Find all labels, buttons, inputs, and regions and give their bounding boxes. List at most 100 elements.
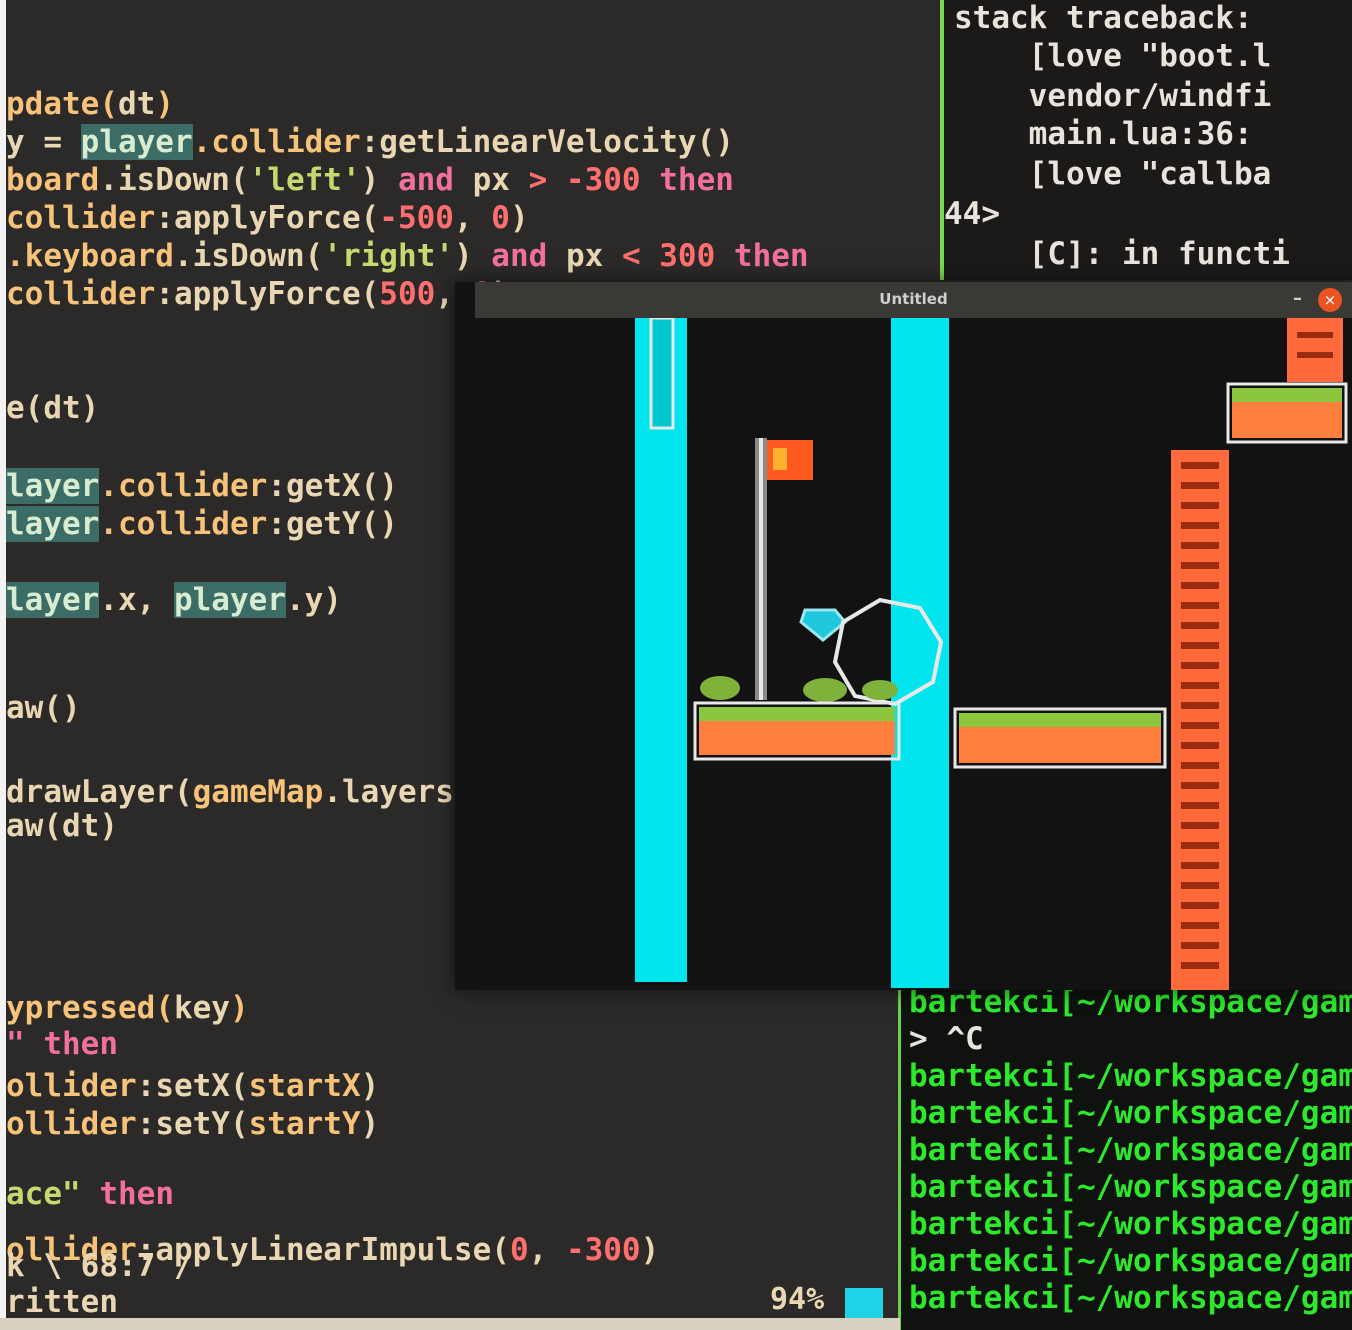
traceback-line: [C]: in functi bbox=[954, 236, 1290, 272]
code-line: drawLayer(gameMap.layers[" bbox=[6, 774, 491, 810]
code-token: < 300 bbox=[621, 238, 734, 274]
code-token: player bbox=[80, 124, 193, 160]
screen-edge bbox=[0, 0, 6, 1330]
code-line: aw(dt) bbox=[6, 808, 118, 844]
code-line: y = player.collider:getLinearVelocity() bbox=[6, 124, 734, 160]
traceback-line: stack traceback: bbox=[954, 0, 1253, 36]
code-token: .x, bbox=[99, 582, 174, 618]
ladder-rung bbox=[1181, 942, 1219, 949]
ladder-rung bbox=[1181, 482, 1219, 489]
code-token: 0 bbox=[509, 1232, 529, 1268]
bush-left bbox=[700, 676, 740, 700]
code-token: 0 bbox=[491, 200, 510, 236]
code-token: layer bbox=[6, 468, 100, 504]
ladder-rung bbox=[1181, 682, 1219, 689]
ladder-rung bbox=[1181, 922, 1219, 929]
code-token: .isDown( bbox=[99, 162, 249, 198]
code-line: k \ 68:7 / bbox=[6, 1248, 193, 1284]
terminal-line: bartekci[~/workspace/gam bbox=[909, 1058, 1352, 1094]
code-token: ) bbox=[509, 200, 529, 236]
code-token: and bbox=[491, 238, 548, 274]
terminal-line: bartekci[~/workspace/gam bbox=[909, 1206, 1352, 1242]
code-line: layer.collider:getY() bbox=[6, 506, 398, 542]
code-token: .isDown( bbox=[173, 238, 324, 274]
code-line: ypressed(key) bbox=[6, 990, 249, 1026]
terminal-line: bartekci[~/workspace/gam bbox=[909, 1280, 1352, 1316]
code-line: " then bbox=[6, 1026, 118, 1062]
close-button[interactable]: × bbox=[1318, 288, 1342, 312]
ladder-rung bbox=[1181, 742, 1219, 749]
code-token: gameMap bbox=[192, 774, 324, 810]
code-token: :setY( bbox=[136, 1106, 249, 1142]
code-token: .collider bbox=[99, 506, 268, 542]
platform-right-dirt bbox=[959, 727, 1161, 763]
ladder-rung bbox=[1181, 542, 1219, 549]
code-token: :getY() bbox=[267, 506, 398, 542]
ladder-rung bbox=[1181, 962, 1219, 969]
ladder-rung bbox=[1181, 842, 1219, 849]
code-token: ) bbox=[360, 1106, 380, 1142]
code-token: 500 bbox=[379, 276, 436, 312]
code-token: 'left' bbox=[248, 162, 361, 198]
code-token: then bbox=[733, 238, 809, 274]
code-token: ) bbox=[155, 86, 174, 122]
code-line: .keyboard.isDown('right') and px < 300 t… bbox=[6, 238, 809, 274]
code-line: collider:applyForce(-500, 0) bbox=[6, 200, 529, 236]
code-token: key bbox=[173, 990, 230, 1026]
code-token: y = bbox=[6, 124, 81, 160]
code-token: .y) bbox=[285, 582, 342, 618]
code-token: .keyboard bbox=[6, 238, 174, 274]
traceback-pane[interactable]: stack traceback: [love "boot.l vendor/wi… bbox=[940, 0, 1352, 280]
code-token: -300 bbox=[565, 1232, 641, 1268]
ladder-rung bbox=[1181, 522, 1219, 529]
code-token: :getLinearVelocity() bbox=[360, 124, 734, 160]
game-window-titlebar[interactable]: Untitled – × bbox=[475, 282, 1352, 318]
ladder-small-rung bbox=[1297, 352, 1333, 358]
code-token: :getX() bbox=[267, 468, 398, 504]
code-line: pdate(dt) bbox=[6, 86, 174, 122]
terminal-line: > ^C bbox=[909, 1021, 984, 1057]
platform-left-grass bbox=[699, 707, 895, 721]
bush-middle bbox=[803, 678, 847, 702]
code-token: board bbox=[6, 162, 100, 198]
terminal-pane[interactable]: bartekci[~/workspace/gam > ^C bartekci[~/w… bbox=[898, 988, 1352, 1330]
code-token: ritten bbox=[6, 1284, 118, 1320]
ladder-rung bbox=[1181, 722, 1219, 729]
flag-pole-stripe bbox=[759, 438, 763, 700]
ladder-rung bbox=[1181, 562, 1219, 569]
code-token: ) bbox=[229, 990, 249, 1026]
code-token: ollider bbox=[6, 1106, 137, 1142]
code-token: startY bbox=[248, 1106, 361, 1142]
terminal-line: bartekci[~/workspace/gam bbox=[909, 1095, 1352, 1131]
code-token: ) bbox=[360, 162, 398, 198]
traceback-line: 44> bbox=[944, 196, 1000, 232]
code-token: px bbox=[453, 162, 529, 198]
game-window[interactable]: Untitled – × bbox=[455, 282, 1352, 990]
code-token: .collider bbox=[99, 468, 268, 504]
code-token: pdate( bbox=[6, 86, 118, 122]
terminal-line: bartekci[~/workspace/gam bbox=[909, 1243, 1352, 1279]
code-token: aw(dt) bbox=[6, 808, 118, 844]
ladder-rung bbox=[1181, 462, 1219, 469]
ladder-rung bbox=[1181, 902, 1219, 909]
code-token: ace" bbox=[6, 1176, 100, 1212]
code-token: collider bbox=[6, 276, 156, 312]
platform-topright-grass bbox=[1232, 388, 1342, 402]
code-token: " then bbox=[6, 1026, 118, 1062]
ladder-rung bbox=[1181, 882, 1219, 889]
code-line: ace" then bbox=[6, 1176, 174, 1212]
code-token: > -300 bbox=[528, 162, 660, 198]
code-token: :applyForce( bbox=[155, 200, 380, 236]
bottom-bar bbox=[0, 1318, 900, 1330]
platform-topright-dirt bbox=[1232, 402, 1342, 438]
code-token: px bbox=[547, 238, 622, 274]
game-window-title: Untitled bbox=[879, 290, 948, 308]
game-canvas[interactable] bbox=[455, 318, 1352, 990]
ladder-rung bbox=[1181, 602, 1219, 609]
minimize-button[interactable]: – bbox=[1293, 288, 1302, 309]
code-token: .collider bbox=[192, 124, 361, 160]
traceback-line: [love "callba bbox=[954, 156, 1272, 192]
ladder-rung bbox=[1181, 762, 1219, 769]
code-line: aw() bbox=[6, 690, 81, 726]
code-token: 'right' bbox=[323, 238, 454, 274]
